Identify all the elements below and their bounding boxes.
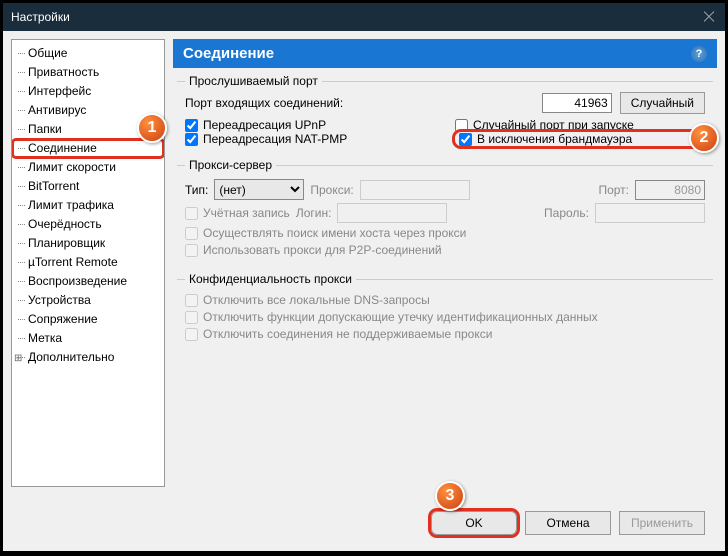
sidebar-item-remote[interactable]: µTorrent Remote (12, 253, 164, 272)
disable-leak-checkbox: Отключить функции допускающие утечку иде… (185, 310, 598, 324)
sidebar-item-general[interactable]: Общие (12, 44, 164, 63)
proxy-pass-input (595, 203, 705, 223)
listening-port-legend: Прослушиваемый порт (185, 74, 322, 88)
sidebar-item-playback[interactable]: Воспроизведение (12, 272, 164, 291)
proxy-auth-checkbox: Учётная запись (185, 206, 290, 220)
titlebar: Настройки (3, 3, 725, 31)
incoming-port-input[interactable] (542, 93, 612, 113)
upnp-checkbox[interactable]: Переадресация UPnP (185, 118, 435, 132)
proxy-port-input (635, 180, 705, 200)
cancel-button[interactable]: Отмена (525, 511, 611, 535)
random-port-button[interactable]: Случайный (620, 92, 705, 114)
sidebar-item-pairing[interactable]: Сопряжение (12, 310, 164, 329)
proxy-legend: Прокси-сервер (185, 158, 276, 172)
proxy-p2p-checkbox: Использовать прокси для P2P-соединений (185, 243, 442, 257)
sidebar-item-devices[interactable]: Устройства (12, 291, 164, 310)
sidebar-item-scheduler[interactable]: Планировщик (12, 234, 164, 253)
sidebar-item-bittorrent[interactable]: BitTorrent (12, 177, 164, 196)
sidebar-item-interface[interactable]: Интерфейс (12, 82, 164, 101)
panel-title: Соединение (183, 45, 274, 62)
natpmp-checkbox[interactable]: Переадресация NAT-PMP (185, 132, 435, 146)
sidebar-item-privacy[interactable]: Приватность (12, 63, 164, 82)
sidebar-item-speed[interactable]: Лимит скорости (12, 158, 164, 177)
callout-3: 3 (435, 481, 465, 511)
callout-2: 2 (689, 123, 719, 153)
sidebar-item-queue[interactable]: Очерёдность (12, 215, 164, 234)
proxy-pass-label: Пароль: (544, 206, 589, 220)
proxy-type-label: Тип: (185, 183, 208, 197)
proxy-host-input (360, 180, 470, 200)
sidebar-item-advanced[interactable]: Дополнительно (12, 348, 164, 367)
dialog-footer: 3 OK Отмена Применить (3, 495, 725, 551)
window-title: Настройки (11, 10, 70, 24)
proxy-login-label: Логин: (296, 206, 332, 220)
proxy-privacy-legend: Конфиденциальность прокси (185, 272, 356, 286)
sidebar-item-traffic[interactable]: Лимит трафика (12, 196, 164, 215)
callout-1: 1 (137, 113, 167, 143)
close-icon[interactable] (701, 8, 717, 24)
proxy-type-select[interactable]: (нет) (214, 179, 304, 200)
ok-button[interactable]: OK (431, 511, 517, 535)
proxy-group: Прокси-сервер Тип: (нет) Прокси: Порт: У… (177, 158, 713, 266)
proxy-login-input (337, 203, 447, 223)
apply-button: Применить (619, 511, 705, 535)
settings-tree: Общие Приватность Интерфейс Антивирус Па… (11, 39, 165, 487)
proxy-host-label: Прокси: (310, 183, 353, 197)
proxy-privacy-group: Конфиденциальность прокси Отключить все … (177, 272, 713, 350)
disable-unsupported-checkbox: Отключить соединения не поддерживаемые п… (185, 327, 492, 341)
sidebar-item-connection[interactable]: Соединение (12, 139, 164, 158)
firewall-checkbox[interactable]: В исключения брандмауэра (455, 132, 705, 146)
incoming-port-label: Порт входящих соединений: (185, 96, 534, 110)
listening-port-group: Прослушиваемый порт Порт входящих соедин… (177, 74, 713, 152)
disable-dns-checkbox: Отключить все локальные DNS-запросы (185, 293, 430, 307)
panel-header: Соединение ? (173, 39, 717, 68)
proxy-hostname-checkbox: Осуществлять поиск имени хоста через про… (185, 226, 466, 240)
proxy-port-label: Порт: (598, 183, 629, 197)
help-icon[interactable]: ? (691, 46, 707, 62)
sidebar-item-label[interactable]: Метка (12, 329, 164, 348)
random-start-checkbox[interactable]: Случайный порт при запуске (455, 118, 705, 132)
